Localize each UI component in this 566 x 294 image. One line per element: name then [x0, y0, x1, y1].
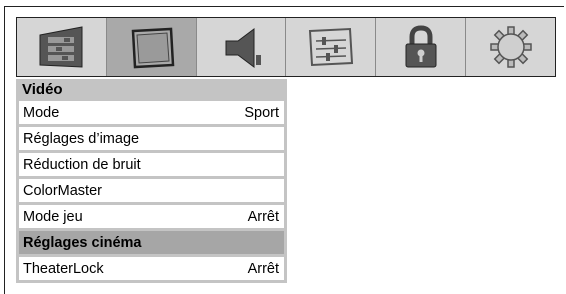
menu-item-cinema-settings[interactable]: Réglages cinéma [19, 231, 284, 254]
menu-item-theaterlock[interactable]: TheaterLock Arrêt [19, 257, 284, 280]
menu-item-label: TheaterLock [23, 260, 104, 277]
setup-sliders-icon [308, 27, 353, 67]
menu-item-picture-settings[interactable]: Réglages d’image [19, 127, 284, 150]
audio-speaker-icon [225, 28, 262, 68]
lock-icon [405, 25, 437, 68]
tab-picture[interactable] [17, 18, 107, 76]
menu-item-label: Mode jeu [23, 208, 83, 225]
settings-gear-icon [489, 26, 532, 68]
video-screen-icon [131, 27, 175, 69]
menu-item-label: Réduction de bruit [23, 156, 141, 173]
menu-item-mode[interactable]: Mode Sport [19, 101, 284, 124]
menu-item-label: ColorMaster [23, 182, 102, 199]
menu-item-label: Mode [23, 104, 60, 121]
menu-tab-bar [16, 17, 556, 77]
tab-video[interactable] [106, 18, 197, 76]
video-menu-panel: Vidéo Mode Sport Réglages d’image Réduct… [16, 79, 287, 283]
menu-item-value: Arrêt [247, 260, 279, 277]
menu-title: Vidéo [22, 81, 63, 98]
menu-item-game-mode[interactable]: Mode jeu Arrêt [19, 205, 284, 228]
menu-item-label: Réglages cinéma [23, 234, 142, 251]
menu-item-label: Réglages d’image [23, 130, 140, 147]
tab-settings[interactable] [466, 18, 555, 76]
menu-item-value: Sport [244, 104, 279, 121]
tab-lock[interactable] [376, 18, 467, 76]
menu-item-colormaster[interactable]: ColorMaster [19, 179, 284, 202]
menu-item-noise-reduction[interactable]: Réduction de bruit [19, 153, 284, 176]
tab-setup[interactable] [286, 18, 377, 76]
menu-item-value: Arrêt [247, 208, 279, 225]
tab-audio[interactable] [197, 18, 287, 76]
picture-settings-icon [39, 26, 83, 68]
